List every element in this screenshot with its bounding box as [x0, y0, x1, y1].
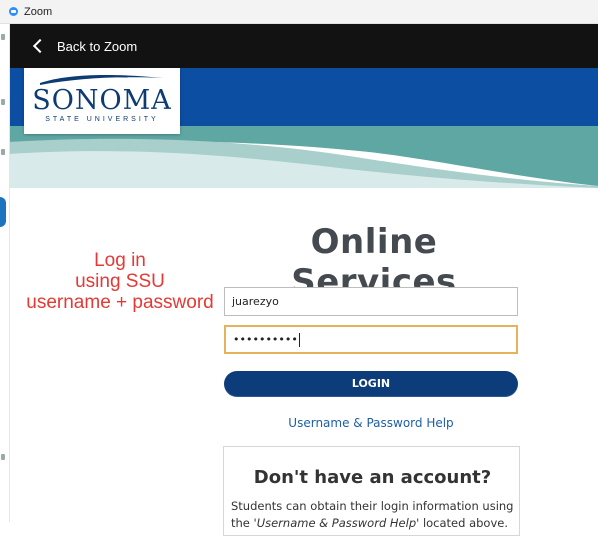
annotation-line: username + password	[26, 292, 214, 313]
text-fragment-italic: Username & Password Help	[256, 516, 417, 530]
edge-mark-icon	[1, 454, 5, 460]
back-bar[interactable]: Back to Zoom	[9, 24, 598, 68]
logo-name: SONOMA	[32, 85, 172, 116]
no-account-text: Students can obtain their login informat…	[231, 498, 516, 532]
text-fragment: the '	[231, 516, 257, 530]
username-password-help-link[interactable]: Username & Password Help	[224, 416, 518, 430]
no-account-panel: Don't have an account? Students can obta…	[223, 446, 520, 536]
username-input[interactable]: juarezyo	[224, 287, 518, 316]
text-fragment: ' located above.	[416, 516, 509, 530]
logo-wave-icon	[40, 75, 164, 85]
edge-mark-icon	[1, 99, 5, 105]
edge-mark-icon	[1, 149, 5, 155]
logo-subtitle: STATE UNIVERSITY	[45, 116, 159, 123]
chevron-left-icon[interactable]	[32, 38, 48, 54]
login-button[interactable]: LOGIN	[224, 371, 518, 397]
annotation-line: using SSU	[75, 271, 165, 292]
no-account-text-line: Students can obtain their login informat…	[231, 499, 514, 513]
login-instruction-annotation: Log in using SSU username + password	[20, 250, 220, 313]
ssu-logo: SONOMA STATE UNIVERSITY	[24, 68, 180, 134]
left-edge-strip	[0, 24, 10, 522]
edge-tab	[0, 197, 6, 227]
username-value: juarezyo	[232, 295, 279, 308]
password-input[interactable]: ••••••••••	[224, 325, 518, 354]
window-title: Zoom	[24, 5, 53, 18]
text-caret	[298, 332, 300, 347]
password-value: ••••••••••	[233, 333, 298, 346]
zoom-icon	[9, 7, 18, 16]
no-account-text-line: the 'Username & Password Help' located a…	[231, 515, 516, 532]
annotation-line: Log in	[94, 250, 146, 271]
back-to-zoom-link[interactable]: Back to Zoom	[57, 39, 137, 54]
no-account-title: Don't have an account?	[253, 467, 492, 488]
edge-mark-icon	[1, 34, 5, 40]
window-titlebar: Zoom	[0, 0, 598, 24]
